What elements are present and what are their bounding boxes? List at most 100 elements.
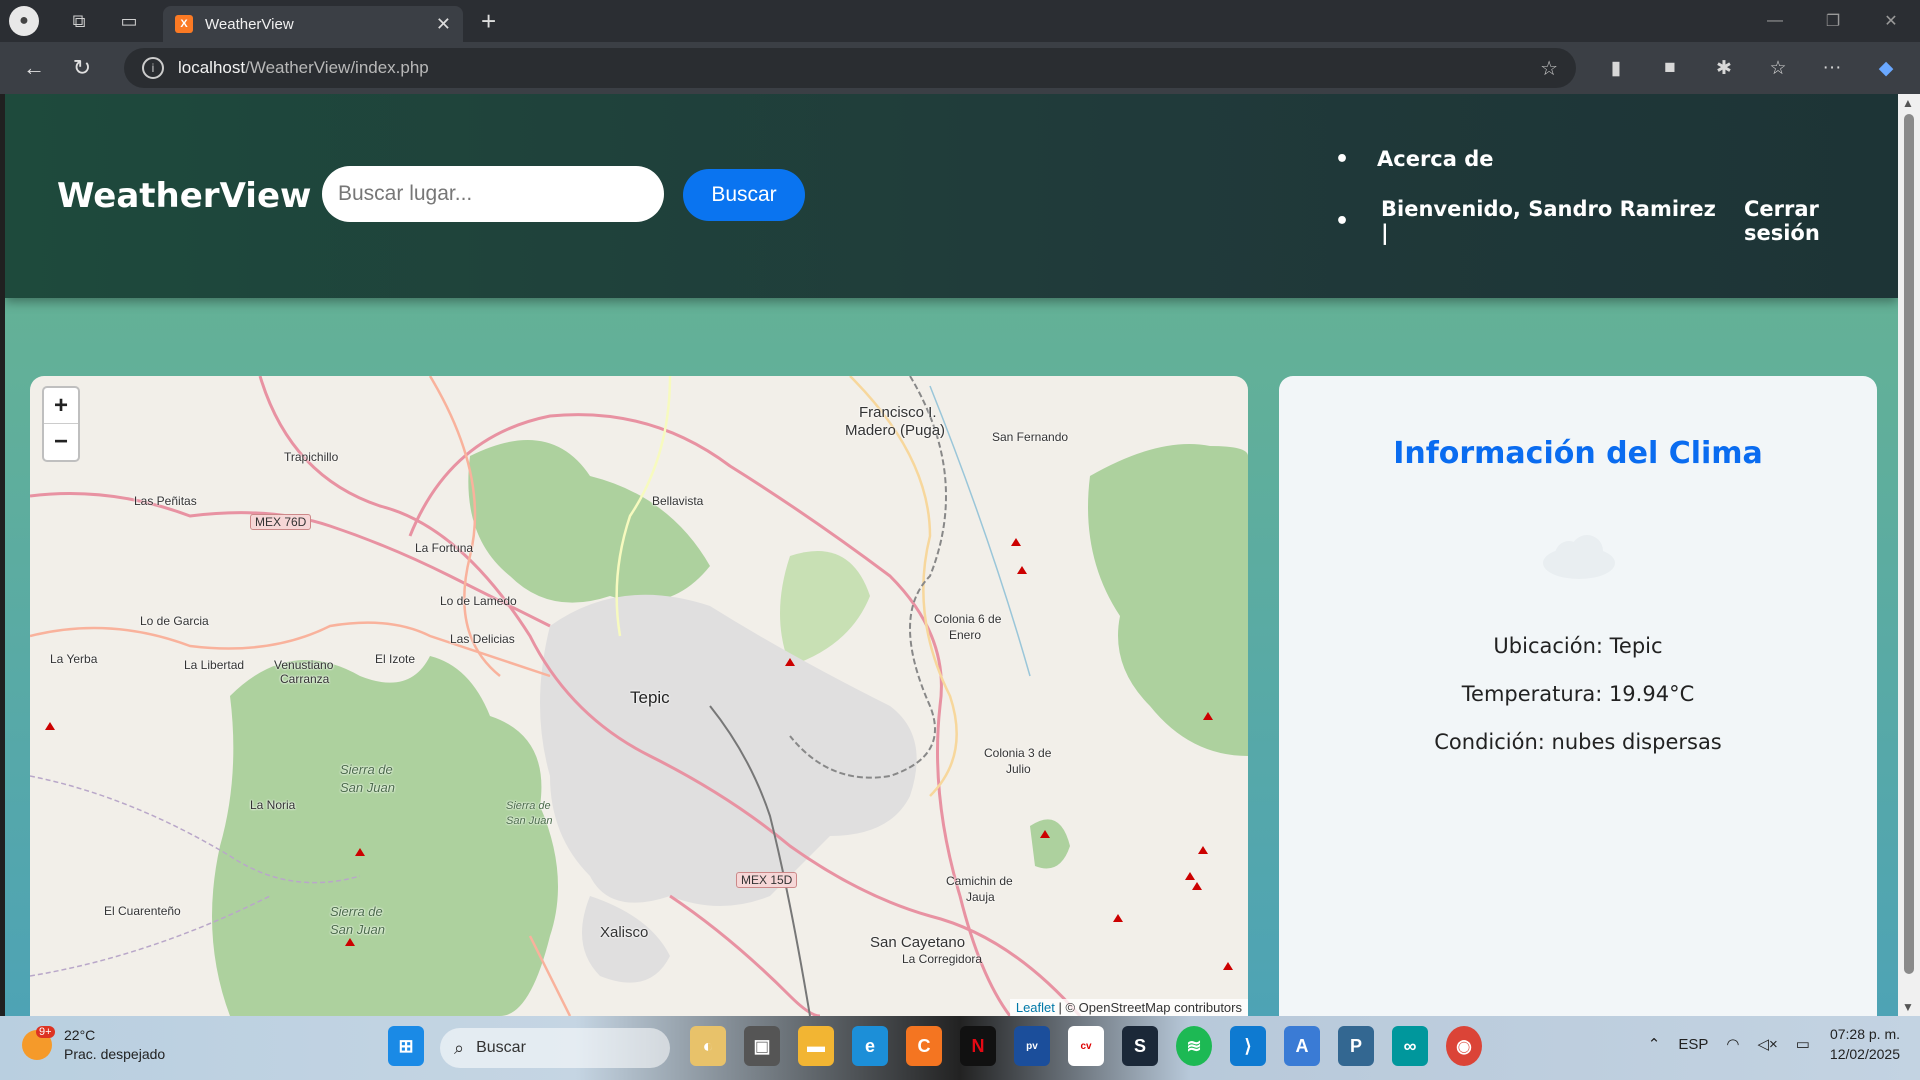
map-label: El Cuarenteño [104, 904, 181, 918]
page-scrollbar[interactable]: ▲ ▼ [1898, 94, 1920, 1016]
map-label: Venustiano [274, 658, 334, 672]
extensions-area: ▮ ■ ✱ ☆ ··· ◆ [1594, 46, 1918, 90]
zoom-out-button[interactable]: − [44, 424, 78, 460]
arduino-icon[interactable]: ∞ [1392, 1026, 1428, 1066]
file-explorer-icon[interactable]: ▬ [798, 1026, 834, 1066]
scroll-down-icon[interactable]: ▼ [1902, 1000, 1914, 1014]
url-path: /WeatherView/index.php [245, 58, 429, 77]
wifi-icon[interactable]: ◠ [1726, 1035, 1739, 1053]
netflix-icon[interactable]: N [960, 1026, 996, 1066]
osm-attribution: | © OpenStreetMap contributors [1054, 1000, 1243, 1015]
about-link[interactable]: Acerca de [1377, 147, 1494, 171]
map-label: Jauja [966, 890, 995, 904]
tab-title: WeatherView [205, 15, 294, 33]
url-host: localhost [178, 58, 246, 77]
search-button[interactable]: Buscar [683, 169, 805, 221]
favorite-star-icon[interactable]: ☆ [1540, 56, 1558, 81]
map-label-city: Tepic [630, 688, 670, 707]
map-label: Xalisco [600, 924, 649, 941]
edge-icon[interactable]: e [852, 1026, 888, 1066]
chevron-up-icon[interactable]: ⌃ [1648, 1035, 1661, 1053]
profile-icon[interactable]: ● [9, 6, 39, 36]
widget-temperature: 22°C [64, 1027, 96, 1043]
weather-heading: Información del Clima [1393, 436, 1763, 471]
site-info-icon[interactable]: i [142, 57, 164, 79]
map-label: Francisco I. [859, 404, 937, 421]
favorites-icon[interactable]: ☆ [1756, 46, 1800, 90]
restore-icon[interactable]: ❐ [1804, 0, 1862, 42]
system-tray: ⌃ ESP ◠ ◁× ▭ 07:28 p. m. 12/02/2025 [1630, 1024, 1900, 1064]
battery-icon[interactable]: ▭ [1796, 1035, 1810, 1053]
map-label: El Izote [375, 652, 416, 666]
crunchyroll-icon[interactable]: C [906, 1026, 942, 1066]
map-label: San Juan [330, 922, 385, 937]
new-tab-button[interactable]: + [481, 6, 496, 37]
more-menu-icon[interactable]: ··· [1810, 46, 1854, 90]
prime-video-icon[interactable]: pv [1014, 1026, 1050, 1066]
zoom-in-button[interactable]: + [44, 388, 78, 424]
address-bar[interactable]: i localhost/WeatherView/index.php ☆ [124, 48, 1576, 88]
steam-icon[interactable]: S [1122, 1026, 1158, 1066]
claro-video-icon[interactable]: cv [1068, 1026, 1104, 1066]
highway-shield: MEX 76D [250, 514, 312, 530]
weather-widget[interactable]: 9+ 22°C Prac. despejado [22, 1026, 165, 1064]
site-header: WeatherView Buscar Acerca de Bienvenido,… [5, 94, 1898, 298]
tab-weatherview[interactable]: X WeatherView ✕ [163, 6, 463, 42]
android-studio-icon[interactable]: A [1284, 1026, 1320, 1066]
map-label: Bellavista [652, 494, 704, 508]
xampp-favicon-icon: X [175, 15, 193, 33]
scroll-thumb[interactable] [1904, 114, 1914, 974]
map-label: Lo de Lamedo [440, 594, 517, 608]
close-window-icon[interactable]: ✕ [1862, 0, 1920, 42]
clock-date: 12/02/2025 [1829, 1046, 1900, 1062]
site-logo[interactable]: WeatherView [57, 176, 311, 216]
taskbar-search[interactable]: ⌕ Buscar [440, 1028, 670, 1068]
map-label: Camichin de [946, 874, 1013, 888]
vscode-icon[interactable]: ⟩ [1230, 1026, 1266, 1066]
tab-actions-icon[interactable]: ▭ [111, 3, 147, 39]
task-view-icon[interactable]: ◐ [690, 1026, 726, 1066]
language-indicator[interactable]: ESP [1678, 1036, 1708, 1053]
map-label: San Juan [506, 815, 553, 827]
zoom-control: + − [42, 386, 80, 462]
postgres-icon[interactable]: P [1338, 1026, 1374, 1066]
leaflet-link[interactable]: Leaflet [1016, 1000, 1055, 1015]
map-label: Enero [949, 628, 982, 642]
map-label: Lo de Garcia [140, 614, 209, 628]
map-label: Trapichillo [284, 450, 339, 464]
start-icon[interactable]: ⊞ [388, 1026, 424, 1066]
split-screen-icon[interactable]: ▮ [1594, 46, 1638, 90]
scroll-up-icon[interactable]: ▲ [1902, 96, 1914, 110]
clock[interactable]: 07:28 p. m. 12/02/2025 [1830, 1024, 1900, 1064]
logout-link[interactable]: Cerrar sesión [1744, 197, 1898, 245]
back-icon[interactable]: ← [12, 46, 56, 90]
map-label: San Fernando [992, 430, 1069, 444]
chrome-icon[interactable]: ◉ [1446, 1026, 1482, 1066]
copilot-icon[interactable]: ◆ [1864, 46, 1908, 90]
workspaces-icon[interactable]: ⧉ [61, 3, 97, 39]
extensions-puzzle-icon[interactable]: ✱ [1702, 46, 1746, 90]
notification-badge: 9+ [36, 1026, 55, 1038]
desktop-icon[interactable]: ▣ [744, 1026, 780, 1066]
weather-condition: Condición: nubes dispersas [1434, 730, 1722, 754]
volume-muted-icon[interactable]: ◁× [1757, 1035, 1777, 1053]
spotify-icon[interactable]: ≋ [1176, 1026, 1212, 1066]
widget-description: Prac. despejado [64, 1046, 166, 1062]
reload-icon[interactable]: ↻ [60, 46, 104, 90]
map[interactable]: Francisco I. Madero (Puga) San Fernando … [30, 376, 1248, 1016]
window-controls: — ❐ ✕ [1746, 0, 1920, 42]
highway-shield: MEX 15D [736, 872, 798, 888]
search-input[interactable] [322, 166, 664, 222]
top-nav: Acerca de Bienvenido, Sandro Ramirez | Ce… [1335, 128, 1898, 252]
weather-temperature: Temperatura: 19.94°C [1461, 682, 1695, 706]
minimize-icon[interactable]: — [1746, 0, 1804, 42]
close-tab-icon[interactable]: ✕ [436, 14, 451, 35]
search-icon: ⌕ [454, 1037, 465, 1058]
map-label: San Juan [340, 780, 395, 795]
extension-icon[interactable]: ■ [1648, 46, 1692, 90]
map-label: Julio [1006, 762, 1031, 776]
taskbar-apps: ◐ ▣ ▬ e C N pv cv S ≋ ⟩ A P ∞ ◉ [690, 1026, 1500, 1066]
map-label: Sierra de [506, 800, 551, 812]
map-label: Colonia 6 de [934, 612, 1002, 626]
map-label: Madero (Puga) [845, 422, 946, 439]
